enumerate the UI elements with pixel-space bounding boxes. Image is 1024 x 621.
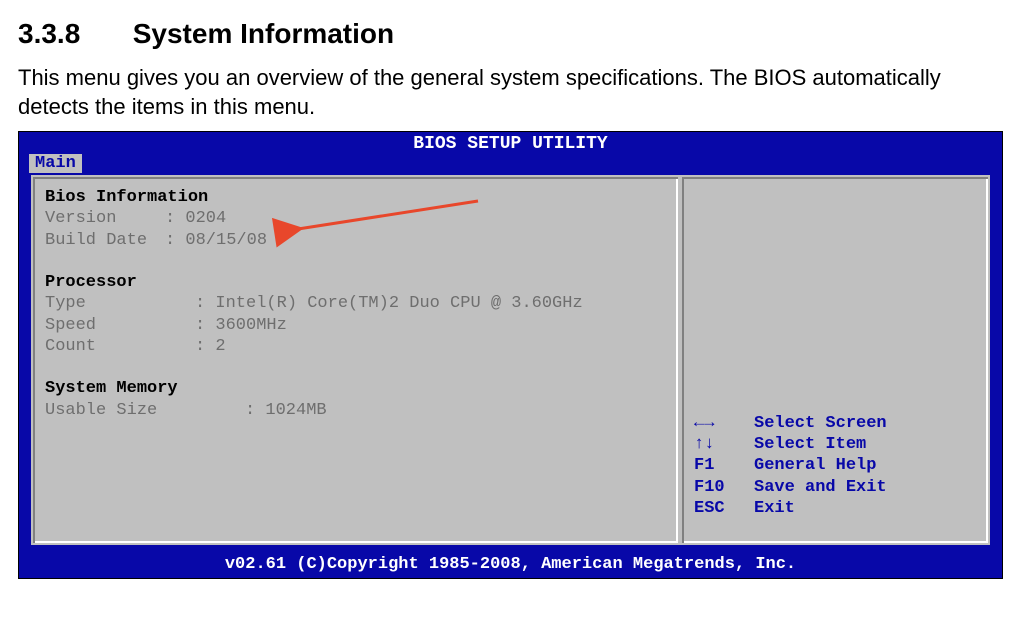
- left-right-arrows-icon: ←→: [694, 413, 754, 434]
- info-panel: Bios Information Version: 0204 Build Dat…: [31, 175, 680, 545]
- nav-label: Select Item: [754, 435, 866, 454]
- proc-speed-value: 3600MHz: [215, 316, 286, 335]
- proc-count-value: 2: [215, 337, 225, 356]
- section-number: 3.3.8: [18, 18, 80, 50]
- proc-type-value: Intel(R) Core(TM)2 Duo CPU @ 3.60GHz: [215, 294, 582, 313]
- bios-build-row: Build Date: 08/15/08: [45, 230, 666, 251]
- proc-count-label: Count: [45, 336, 195, 357]
- section-title: System Information: [133, 18, 394, 50]
- bios-version-label: Version: [45, 208, 165, 229]
- nav-panel: ←→Select Screen ↑↓Select Item F1General …: [680, 175, 990, 545]
- nav-save-exit: F10Save and Exit: [694, 477, 976, 498]
- intro-text: This menu gives you an overview of the g…: [18, 64, 1006, 121]
- tab-main[interactable]: Main: [29, 154, 82, 173]
- bios-version-row: Version: 0204: [45, 208, 666, 229]
- nav-exit: ESCExit: [694, 498, 976, 519]
- memory-header: System Memory: [45, 378, 666, 399]
- processor-header: Processor: [45, 272, 666, 293]
- bios-screenshot: BIOS SETUP UTILITY Main Bios Information…: [18, 131, 1003, 579]
- nav-select-screen: ←→Select Screen: [694, 413, 976, 434]
- nav-general-help: F1General Help: [694, 455, 976, 476]
- section-heading: 3.3.8 System Information: [18, 18, 1006, 50]
- mem-usable-value: 1024MB: [265, 401, 326, 420]
- proc-type-row: Type: Intel(R) Core(TM)2 Duo CPU @ 3.60G…: [45, 293, 666, 314]
- nav-label: General Help: [754, 456, 876, 475]
- proc-type-label: Type: [45, 293, 195, 314]
- nav-key-f10: F10: [694, 477, 754, 498]
- nav-key-esc: ESC: [694, 498, 754, 519]
- bios-version-value: 0204: [185, 209, 226, 228]
- bios-build-value: 08/15/08: [185, 231, 267, 250]
- proc-speed-label: Speed: [45, 315, 195, 336]
- bios-footer: v02.61 (C)Copyright 1985-2008, American …: [19, 553, 1002, 578]
- nav-key-f1: F1: [694, 455, 754, 476]
- up-down-arrows-icon: ↑↓: [694, 434, 754, 455]
- nav-label: Exit: [754, 499, 795, 518]
- nav-label: Select Screen: [754, 414, 887, 433]
- bios-title: BIOS SETUP UTILITY: [19, 132, 1002, 154]
- proc-speed-row: Speed: 3600MHz: [45, 315, 666, 336]
- nav-select-item: ↑↓Select Item: [694, 434, 976, 455]
- bios-build-label: Build Date: [45, 230, 165, 251]
- mem-usable-label: Usable Size: [45, 400, 245, 421]
- nav-label: Save and Exit: [754, 478, 887, 497]
- proc-count-row: Count: 2: [45, 336, 666, 357]
- bios-info-header: Bios Information: [45, 187, 666, 208]
- mem-usable-row: Usable Size: 1024MB: [45, 400, 666, 421]
